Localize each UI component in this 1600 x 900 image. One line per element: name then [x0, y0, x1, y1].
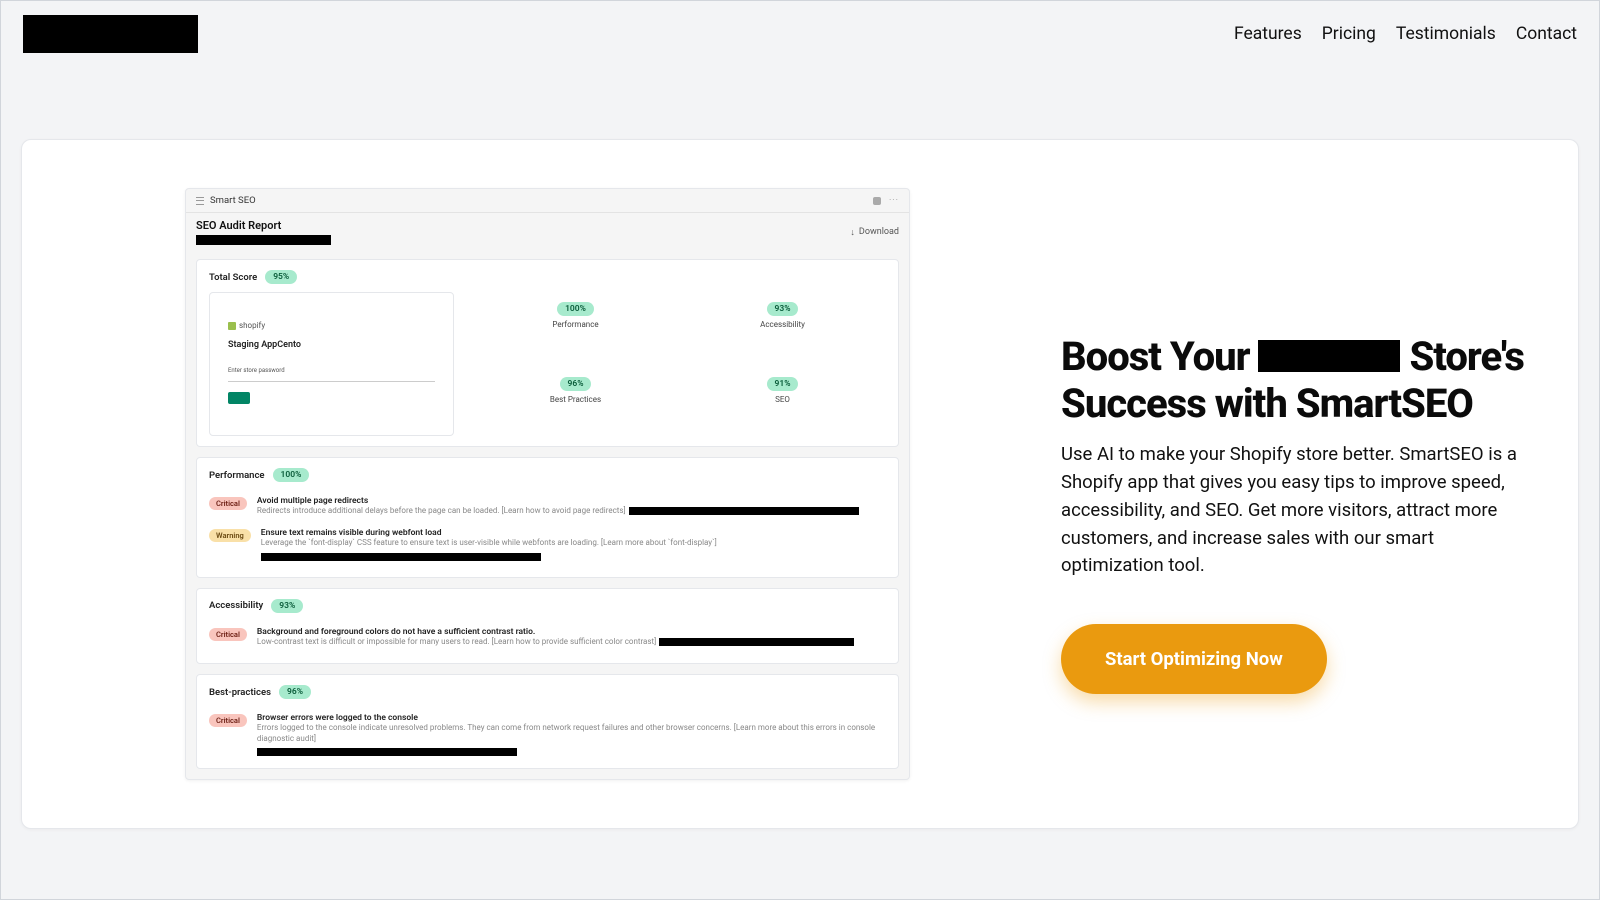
- hero-title: Boost Your Store's Success with SmartSEO: [1061, 334, 1536, 428]
- app-brand: Smart SEO: [210, 195, 256, 206]
- best-practices-title: Best-practices: [209, 687, 271, 698]
- redacted-row: [261, 553, 541, 561]
- score-performance: 100% Performance: [472, 302, 679, 329]
- shopify-logo: shopify: [228, 321, 435, 330]
- app-screenshot: Smart SEO ··· SEO Audit Report ↓ Downloa…: [185, 188, 910, 780]
- store-preview-mock: shopify Staging AppCento Enter store pas…: [209, 292, 454, 436]
- best-practices-issue-1: Critical Browser errors were logged to t…: [209, 707, 886, 762]
- redacted-inline: [659, 638, 854, 646]
- hero-card: Smart SEO ··· SEO Audit Report ↓ Downloa…: [21, 139, 1579, 829]
- issue-desc: Redirects introduce additional delays be…: [257, 506, 886, 516]
- main-nav: Features Pricing Testimonials Contact: [1234, 24, 1577, 44]
- score-accessibility: 93% Accessibility: [679, 302, 886, 329]
- issue-title: Background and foreground colors do not …: [257, 627, 886, 637]
- app-subheader: SEO Audit Report ↓ Download: [186, 213, 909, 249]
- score-performance-label: Performance: [552, 320, 598, 329]
- performance-title: Performance: [209, 470, 265, 481]
- logo-redacted: [23, 15, 198, 53]
- report-subtitle-redacted: [196, 235, 331, 245]
- performance-issue-2: Warning Ensure text remains visible duri…: [209, 522, 886, 566]
- score-best-practices: 96% Best Practices: [472, 377, 679, 404]
- score-seo-value: 91%: [767, 377, 799, 391]
- password-input[interactable]: [228, 374, 435, 382]
- issue-desc: Leverage the `font-display` CSS feature …: [261, 538, 886, 548]
- total-score-badge: 95%: [265, 270, 297, 284]
- accessibility-title: Accessibility: [209, 600, 263, 611]
- redacted-inline: [629, 507, 859, 515]
- score-best-practices-value: 96%: [560, 377, 592, 391]
- accessibility-issue-1: Critical Background and foreground color…: [209, 621, 886, 653]
- performance-score-badge: 100%: [273, 468, 310, 482]
- accessibility-card: Accessibility 93% Critical Background an…: [196, 588, 899, 664]
- hero-screenshot-area: Smart SEO ··· SEO Audit Report ↓ Downloa…: [64, 188, 1031, 780]
- enter-button[interactable]: [228, 392, 250, 404]
- issue-title: Ensure text remains visible during webfo…: [261, 528, 886, 538]
- issue-desc: Low-contrast text is difficult or imposs…: [257, 637, 886, 647]
- store-footer-link[interactable]: [228, 414, 435, 421]
- nav-testimonials[interactable]: Testimonials: [1396, 24, 1496, 44]
- issue-title: Avoid multiple page redirects: [257, 496, 886, 506]
- total-score-card: Total Score 95% shopify Staging AppCento…: [196, 259, 899, 447]
- severity-badge-critical: Critical: [209, 497, 247, 510]
- download-icon: ↓: [850, 227, 855, 238]
- store-subtext: [228, 350, 435, 357]
- kebab-icon[interactable]: ···: [889, 196, 899, 206]
- severity-badge-warning: Warning: [209, 529, 251, 542]
- cta-start-optimizing[interactable]: Start Optimizing Now: [1061, 624, 1327, 694]
- password-label: Enter store password: [228, 367, 435, 374]
- store-name: Staging AppCento: [228, 340, 435, 350]
- issue-desc: Errors logged to the console indicate un…: [257, 723, 886, 744]
- redacted-row: [257, 748, 517, 756]
- score-accessibility-value: 93%: [767, 302, 799, 316]
- score-best-practices-label: Best Practices: [550, 395, 601, 404]
- performance-card: Performance 100% Critical Avoid multiple…: [196, 457, 899, 578]
- performance-issue-1: Critical Avoid multiple page redirects R…: [209, 490, 886, 522]
- hero-title-redacted: [1258, 340, 1400, 372]
- severity-badge-critical: Critical: [209, 714, 247, 727]
- best-practices-score-badge: 96%: [279, 685, 311, 699]
- score-seo-label: SEO: [775, 395, 790, 404]
- nav-contact[interactable]: Contact: [1516, 24, 1577, 44]
- app-titlebar: Smart SEO ···: [186, 189, 909, 213]
- download-label: Download: [859, 227, 899, 237]
- severity-badge-critical: Critical: [209, 628, 247, 641]
- total-score-label: Total Score: [209, 272, 257, 283]
- download-button[interactable]: ↓ Download: [850, 227, 899, 238]
- nav-pricing[interactable]: Pricing: [1322, 24, 1376, 44]
- best-practices-card: Best-practices 96% Critical Browser erro…: [196, 674, 899, 769]
- score-performance-value: 100%: [557, 302, 594, 316]
- issue-title: Browser errors were logged to the consol…: [257, 713, 886, 723]
- nav-features[interactable]: Features: [1234, 24, 1302, 44]
- report-title: SEO Audit Report: [196, 219, 331, 232]
- menu-icon[interactable]: [196, 197, 204, 205]
- hero-subtitle: Use AI to make your Shopify store better…: [1061, 441, 1536, 580]
- score-seo: 91% SEO: [679, 377, 886, 404]
- score-grid: 100% Performance 93% Accessibility 96% B…: [472, 292, 886, 436]
- page-header: Features Pricing Testimonials Contact: [1, 1, 1599, 67]
- user-icon[interactable]: [873, 197, 881, 205]
- accessibility-score-badge: 93%: [271, 599, 303, 613]
- score-accessibility-label: Accessibility: [760, 320, 805, 329]
- hero-copy: Boost Your Store's Success with SmartSEO…: [1061, 188, 1536, 780]
